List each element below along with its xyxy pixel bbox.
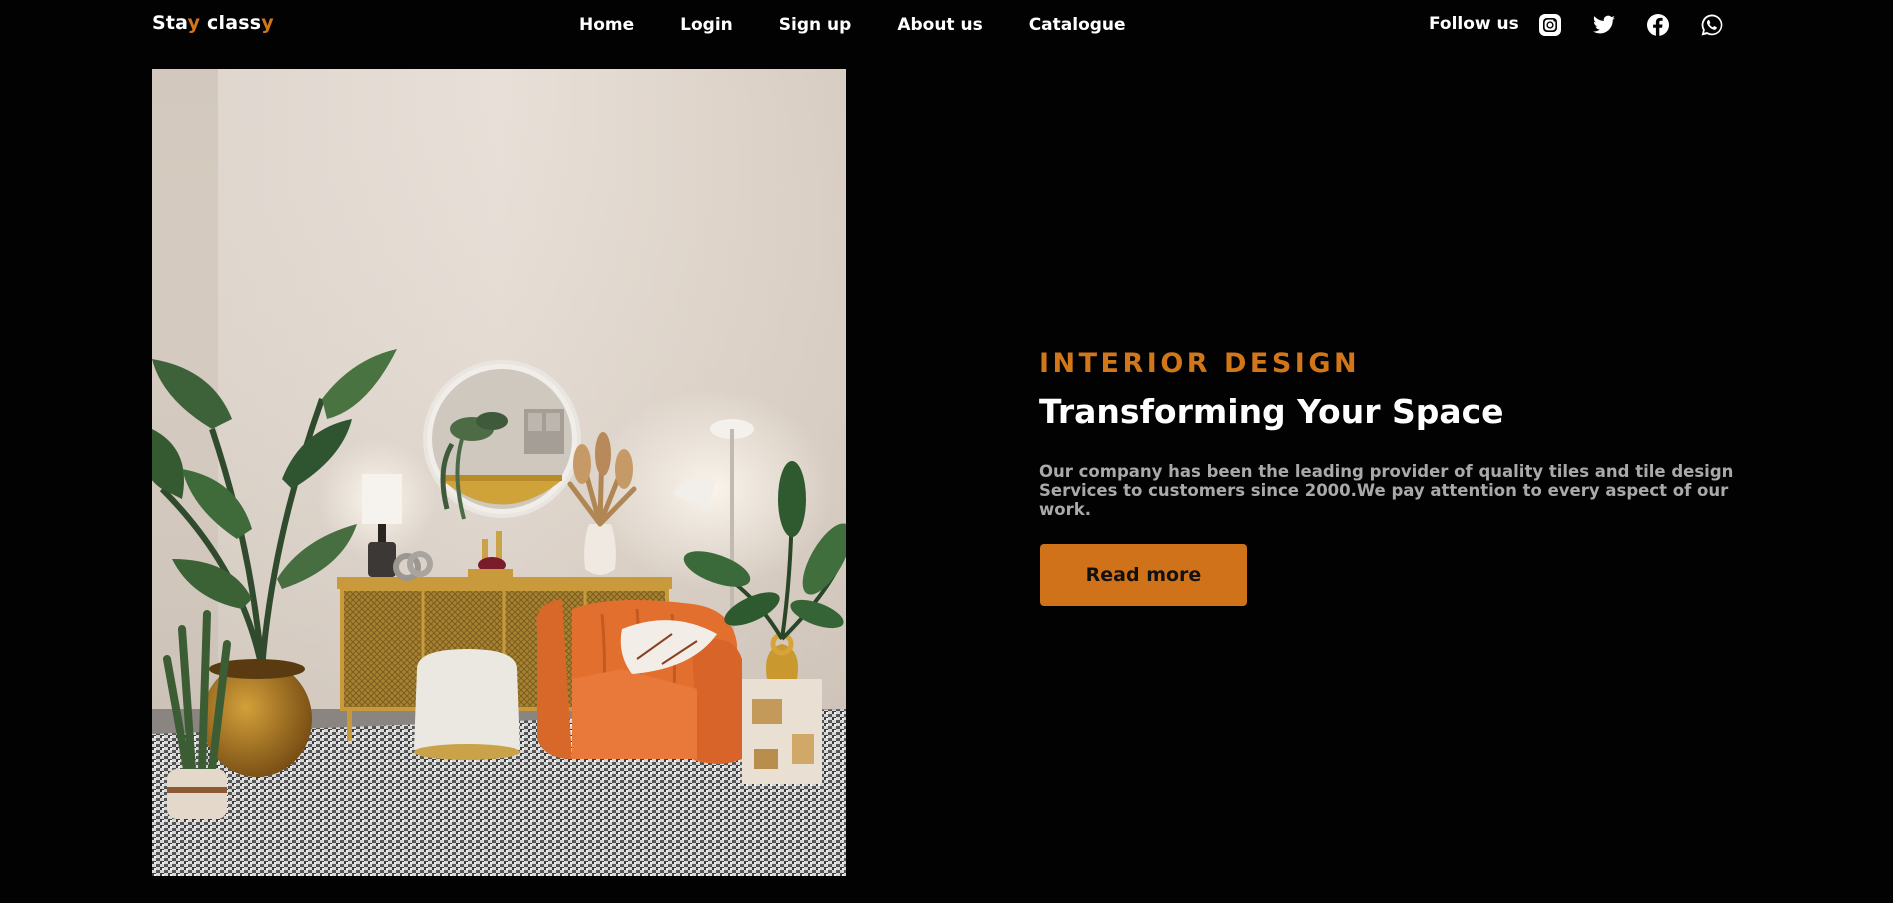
logo-accent-1: y [187,12,201,34]
logo-text-1: Sta [152,12,188,34]
nav-signup-link[interactable]: Sign up [779,15,852,35]
site-header: Stay classy Home Login Sign up About us … [0,0,1893,50]
nav-catalogue-link[interactable]: Catalogue [1029,15,1126,35]
hero-image [152,69,846,876]
follow-us-label: Follow us [1429,14,1519,34]
main-nav: Home Login Sign up About us Catalogue [579,15,1172,35]
hero-title: Transforming Your Space [1039,392,1504,431]
read-more-button[interactable]: Read more [1040,544,1247,606]
nav-home-link[interactable]: Home [579,15,634,35]
hero-eyebrow: INTERIOR DESIGN [1039,348,1361,379]
facebook-icon[interactable] [1646,13,1670,37]
nav-about-link[interactable]: About us [897,15,982,35]
instagram-icon[interactable] [1538,13,1562,37]
logo-text-2: class [200,12,262,34]
twitter-icon[interactable] [1592,13,1616,37]
hero-description: Our company has been the leading provide… [1039,462,1734,519]
social-links [1538,13,1754,37]
interior-photo-illustration [152,69,846,876]
nav-login-link[interactable]: Login [680,15,733,35]
logo[interactable]: Stay classy [152,12,274,34]
logo-accent-2: y [261,12,274,34]
whatsapp-icon[interactable] [1700,13,1724,37]
